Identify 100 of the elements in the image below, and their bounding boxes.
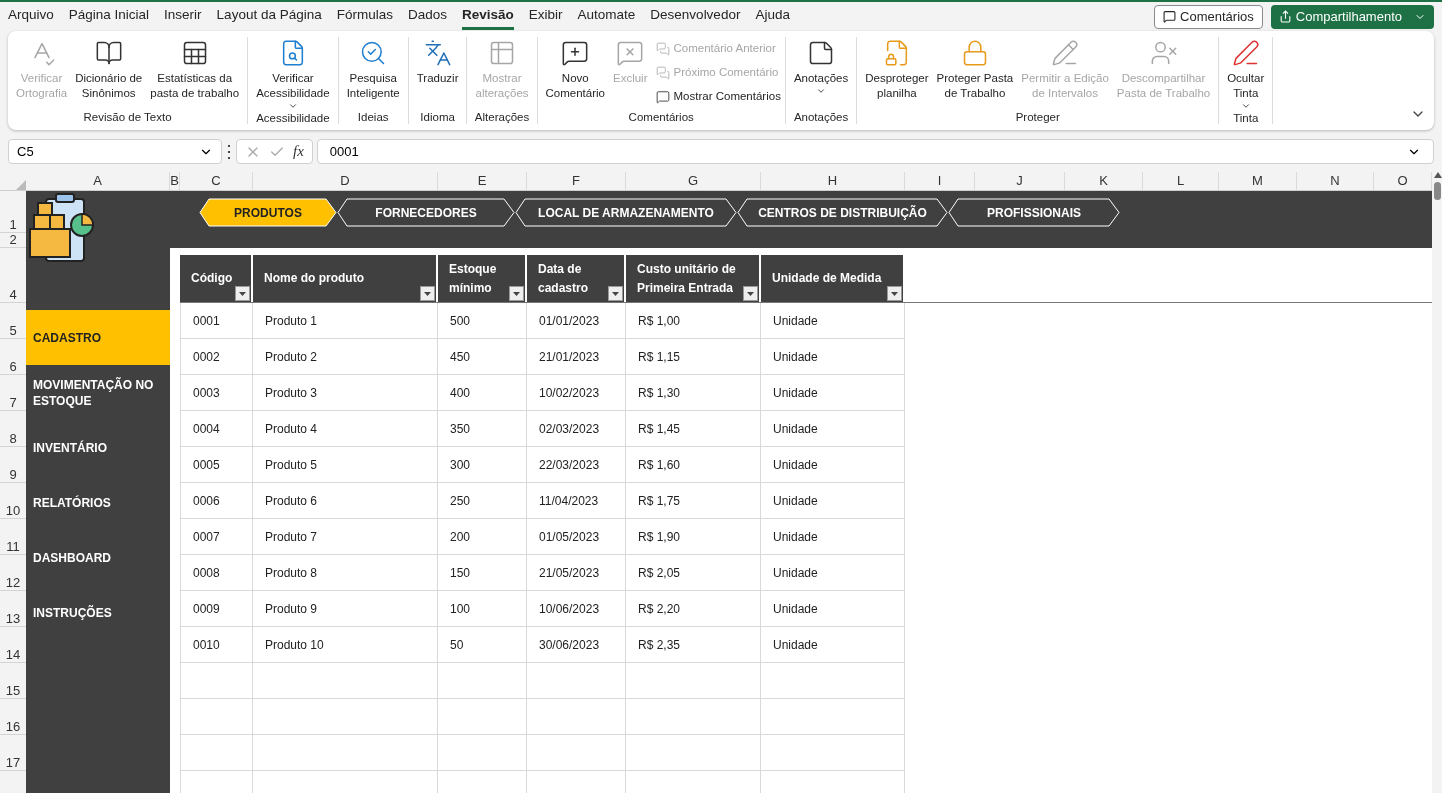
sidebar-item[interactable]: DASHBOARD — [26, 530, 170, 585]
group-label: Ideias — [356, 110, 390, 124]
filter-button[interactable] — [509, 286, 524, 301]
heading-text: Estoque mínimo — [449, 260, 498, 297]
filter-button[interactable] — [743, 286, 758, 301]
column-header[interactable]: G — [626, 172, 761, 190]
column-header[interactable]: I — [905, 172, 975, 190]
formula-field[interactable]: 0001 — [316, 139, 1434, 164]
table-cell: 500 — [438, 303, 527, 339]
sidebar-item[interactable]: CADASTRO — [26, 310, 170, 365]
filter-button[interactable] — [608, 286, 623, 301]
table-cell: R$ 1,75 — [626, 483, 761, 519]
table-cell: Produto 6 — [253, 483, 438, 519]
table-cell: Unidade — [761, 339, 905, 375]
column-header[interactable]: N — [1297, 172, 1374, 190]
table-cell: 50 — [438, 627, 527, 663]
table-cell: 450 — [438, 339, 527, 375]
group-label: Proteger — [1014, 110, 1061, 124]
menu-tab[interactable]: Fórmulas — [336, 3, 393, 30]
filter-button[interactable] — [887, 286, 902, 301]
ribbon-button[interactable]: Mostrar Comentários — [655, 89, 781, 104]
ribbon-button[interactable]: Ocultar Tinta — [1223, 37, 1269, 111]
menu-tab[interactable]: Layout da Página — [216, 3, 322, 30]
ribbon-button[interactable]: Proteger Pasta de Trabalho — [932, 37, 1018, 101]
ribbon-button[interactable]: Dicionário de Sinônimos — [71, 37, 147, 101]
column-header[interactable]: J — [975, 172, 1065, 190]
table-cell: Produto 8 — [253, 555, 438, 591]
table-cell: 300 — [438, 447, 527, 483]
caret-icon — [239, 291, 246, 296]
sheet-nav-tab[interactable]: LOCAL DE ARMAZENAMENTO — [515, 198, 737, 227]
translate-icon — [423, 39, 452, 67]
sidebar-item[interactable]: INSTRUÇÕES — [26, 585, 170, 640]
menu-tab[interactable]: Inserir — [164, 3, 202, 30]
table-cell: 400 — [438, 375, 527, 411]
menu-tab[interactable]: Arquivo — [8, 3, 54, 30]
table-cell: 21/01/2023 — [527, 339, 626, 375]
ribbon-button[interactable]: Novo Comentário — [541, 37, 609, 101]
column-header[interactable]: O — [1374, 172, 1432, 190]
table-cell: Produto 1 — [253, 303, 438, 339]
caret-icon — [513, 291, 520, 296]
table-cell: R$ 1,30 — [626, 375, 761, 411]
sidebar-item[interactable]: INVENTÁRIO — [26, 420, 170, 475]
menu-tab[interactable]: Dados — [407, 3, 447, 30]
comment-icon — [655, 41, 670, 56]
scroll-thumb[interactable] — [1434, 182, 1441, 200]
ribbon-button[interactable]: Anotações — [789, 37, 853, 96]
ribbon-button[interactable]: Verificar Acessibilidade — [252, 37, 334, 111]
column-header[interactable]: A — [26, 172, 170, 190]
column-header[interactable]: K — [1065, 172, 1143, 190]
scroll-up-icon[interactable] — [1433, 172, 1442, 178]
sidebar-item[interactable]: MOVIMENTAÇÃO NO ESTOQUE — [26, 365, 170, 420]
table-cell: 0006 — [180, 483, 253, 519]
caret-icon — [747, 291, 754, 296]
menu-tab[interactable]: Exibir — [528, 3, 563, 30]
formula-value: 0001 — [329, 142, 359, 161]
sidebar-item[interactable]: RELATÓRIOS — [26, 475, 170, 530]
caret-icon — [891, 291, 898, 296]
function-button[interactable]: fx — [293, 140, 304, 163]
table-cell: 150 — [438, 555, 527, 591]
table-cell: Produto 2 — [253, 339, 438, 375]
comment-icon — [655, 65, 670, 80]
sheet-nav-tab[interactable]: CENTROS DE DISTRIBUIÇÃO — [737, 198, 948, 227]
table-cell: Produto 4 — [253, 411, 438, 447]
table-cell: R$ 1,90 — [626, 519, 761, 555]
menu-tab[interactable]: Automate — [577, 3, 636, 30]
table-cell: Unidade — [761, 447, 905, 483]
table-cell: 11/04/2023 — [527, 483, 626, 519]
filter-button[interactable] — [420, 286, 435, 301]
column-header[interactable]: C — [180, 172, 253, 190]
column-header[interactable]: L — [1143, 172, 1219, 190]
column-header[interactable]: M — [1219, 172, 1297, 190]
sheet-nav-tab[interactable]: PRODUTOS — [199, 198, 337, 227]
ribbon-button[interactable]: Desproteger planilha — [861, 37, 933, 101]
column-header[interactable]: B — [170, 172, 180, 190]
group-label: Tinta — [1232, 111, 1260, 125]
comment-delete-icon — [616, 39, 645, 67]
menu-tab[interactable]: Página Inicial — [68, 3, 150, 30]
ribbon-button[interactable]: Traduzir — [412, 37, 463, 86]
column-header[interactable]: E — [438, 172, 527, 190]
heading-text: Código — [191, 270, 233, 287]
table-cell: Produto 7 — [253, 519, 438, 555]
caret-icon — [612, 291, 619, 296]
sheet-nav-tab[interactable]: PROFISSIONAIS — [948, 198, 1120, 227]
group-label: Alterações — [473, 110, 531, 124]
column-header[interactable]: D — [253, 172, 438, 190]
sheet-nav-tab[interactable]: FORNECEDORES — [337, 198, 515, 227]
ribbon-button[interactable]: Estatísticas da pasta de trabalho — [146, 37, 244, 101]
heading-text: Nome do produto — [264, 270, 364, 287]
table-cell: 100 — [438, 591, 527, 627]
column-header[interactable]: F — [527, 172, 626, 190]
column-header[interactable]: H — [761, 172, 905, 190]
comments-button[interactable]: Comentários — [1154, 4, 1263, 29]
share-button[interactable]: Compartilhamento — [1270, 4, 1434, 29]
filter-button[interactable] — [235, 286, 250, 301]
more-icon — [226, 144, 232, 159]
menu-tab[interactable]: Desenvolvedor — [650, 3, 741, 30]
name-box[interactable]: C5 — [8, 139, 222, 164]
table-cell: 0002 — [180, 339, 253, 375]
ribbon-button[interactable]: Pesquisa Inteligente — [342, 37, 404, 101]
menu-tab[interactable]: Ajuda — [755, 3, 790, 30]
